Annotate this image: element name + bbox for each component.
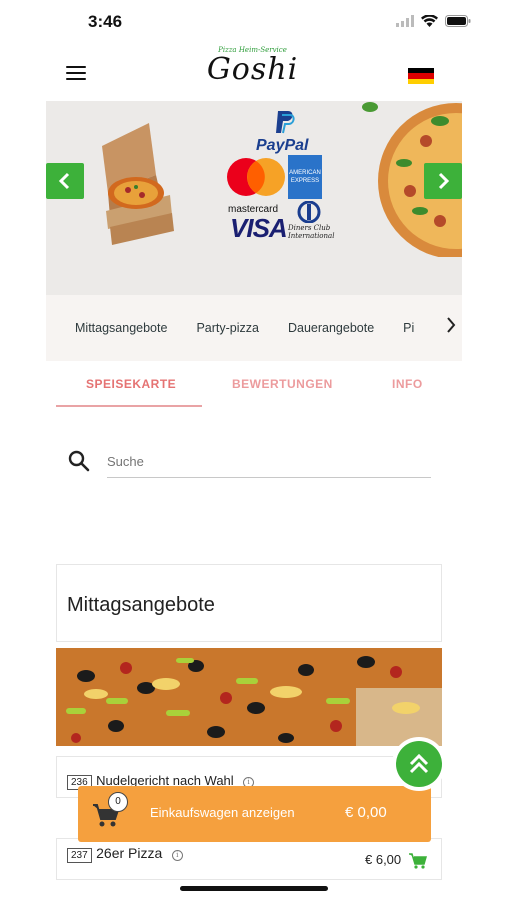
category-item[interactable]: Pi [403, 321, 414, 335]
menu-icon[interactable] [66, 66, 86, 82]
chevron-left-icon [58, 172, 70, 190]
cart-label: Einkaufswagen anzeigen [150, 805, 295, 820]
category-item[interactable]: Dauerangebote [288, 321, 374, 335]
add-to-cart-icon[interactable] [409, 853, 427, 869]
diners-label: Diners Club International [288, 224, 335, 240]
item-name: 26er Pizza [96, 845, 163, 861]
category-next-button[interactable] [440, 310, 462, 340]
chevron-right-icon [447, 317, 456, 333]
section-pizza-image [56, 648, 442, 746]
tab-speisekarte[interactable]: SPEISEKARTE [86, 377, 176, 391]
menu-item-237: 237 26er Pizza i [67, 845, 183, 863]
logo-name: Goshi [206, 52, 299, 87]
home-indicator [180, 886, 328, 891]
section-title: Mittagsangebote [67, 594, 215, 616]
mastercard-icon [227, 158, 285, 196]
pizza-box-image [102, 123, 174, 245]
diners-club-icon [297, 201, 321, 223]
banner-next-button[interactable] [424, 163, 462, 199]
search-input[interactable] [107, 452, 431, 478]
search-icon [68, 450, 90, 472]
battery-icon [445, 14, 471, 32]
category-item[interactable]: Party-pizza [196, 321, 259, 335]
banner-prev-button[interactable] [46, 163, 84, 199]
scroll-to-top-button[interactable] [392, 737, 446, 791]
tab-info[interactable]: INFO [392, 377, 423, 391]
status-time: 3:46 [88, 12, 123, 31]
cart-total: € 0,00 [345, 804, 387, 821]
promo-banner: PayPal mastercard AMERICAN EXPRESS VISA … [46, 101, 462, 295]
chevron-right-icon [438, 172, 450, 190]
category-strip: Mittagsangebote Party-pizza Dauerangebot… [46, 295, 462, 361]
cart-count-badge: 0 [108, 792, 128, 812]
wifi-icon [421, 14, 438, 32]
active-tab-indicator [56, 405, 202, 407]
german-flag-icon[interactable] [408, 68, 434, 84]
info-icon[interactable]: i [171, 850, 183, 861]
status-icons [396, 14, 471, 32]
tab-bewertungen[interactable]: BEWERTUNGEN [232, 377, 333, 391]
double-chevron-up-icon [409, 753, 429, 774]
item-price: € 6,00 [365, 852, 402, 867]
paypal-icon [276, 111, 295, 134]
amex-icon: AMERICAN EXPRESS [288, 155, 322, 199]
category-item[interactable]: Mittagsangebote [75, 321, 167, 335]
signal-icon [396, 14, 414, 32]
logo: Pizza Heim-Service Goshi [200, 46, 305, 86]
visa-label: VISA [230, 213, 288, 243]
item-number: 237 [67, 848, 92, 863]
